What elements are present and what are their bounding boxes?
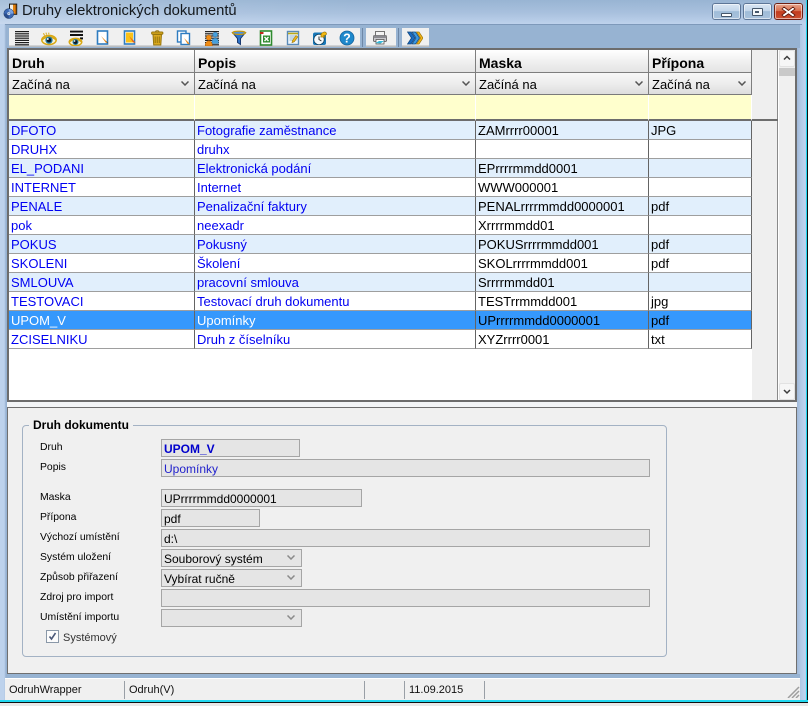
svg-text:?: ? <box>343 32 351 46</box>
